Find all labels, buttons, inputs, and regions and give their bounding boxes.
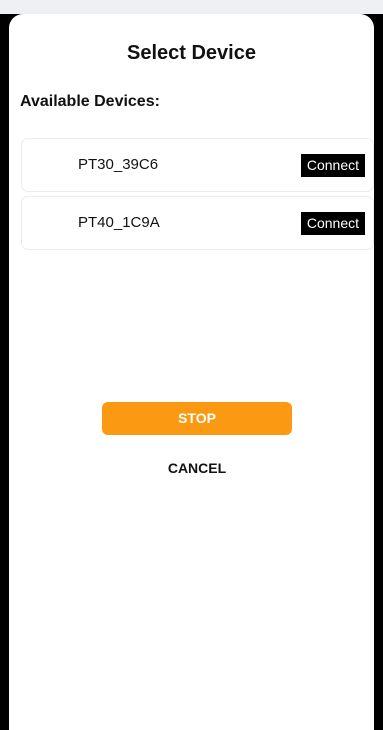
available-devices-label: Available Devices: [20,93,160,110]
page-title: Select Device [127,42,256,64]
stop-button[interactable]: STOP [102,402,292,435]
connect-button[interactable]: Connect [300,154,365,177]
device-name: PT40_1C9A [78,214,160,231]
device-name: PT30_39C6 [78,156,159,173]
device-list-item[interactable]: PT40_1C9A Connect [21,196,374,250]
status-bar-strip [0,0,383,14]
connect-button[interactable]: Connect [300,212,365,235]
select-device-screen: Select Device Available Devices: PT30_39… [9,14,374,730]
device-list-item[interactable]: PT30_39C6 Connect [21,138,374,192]
cancel-button[interactable]: CANCEL [9,459,374,477]
